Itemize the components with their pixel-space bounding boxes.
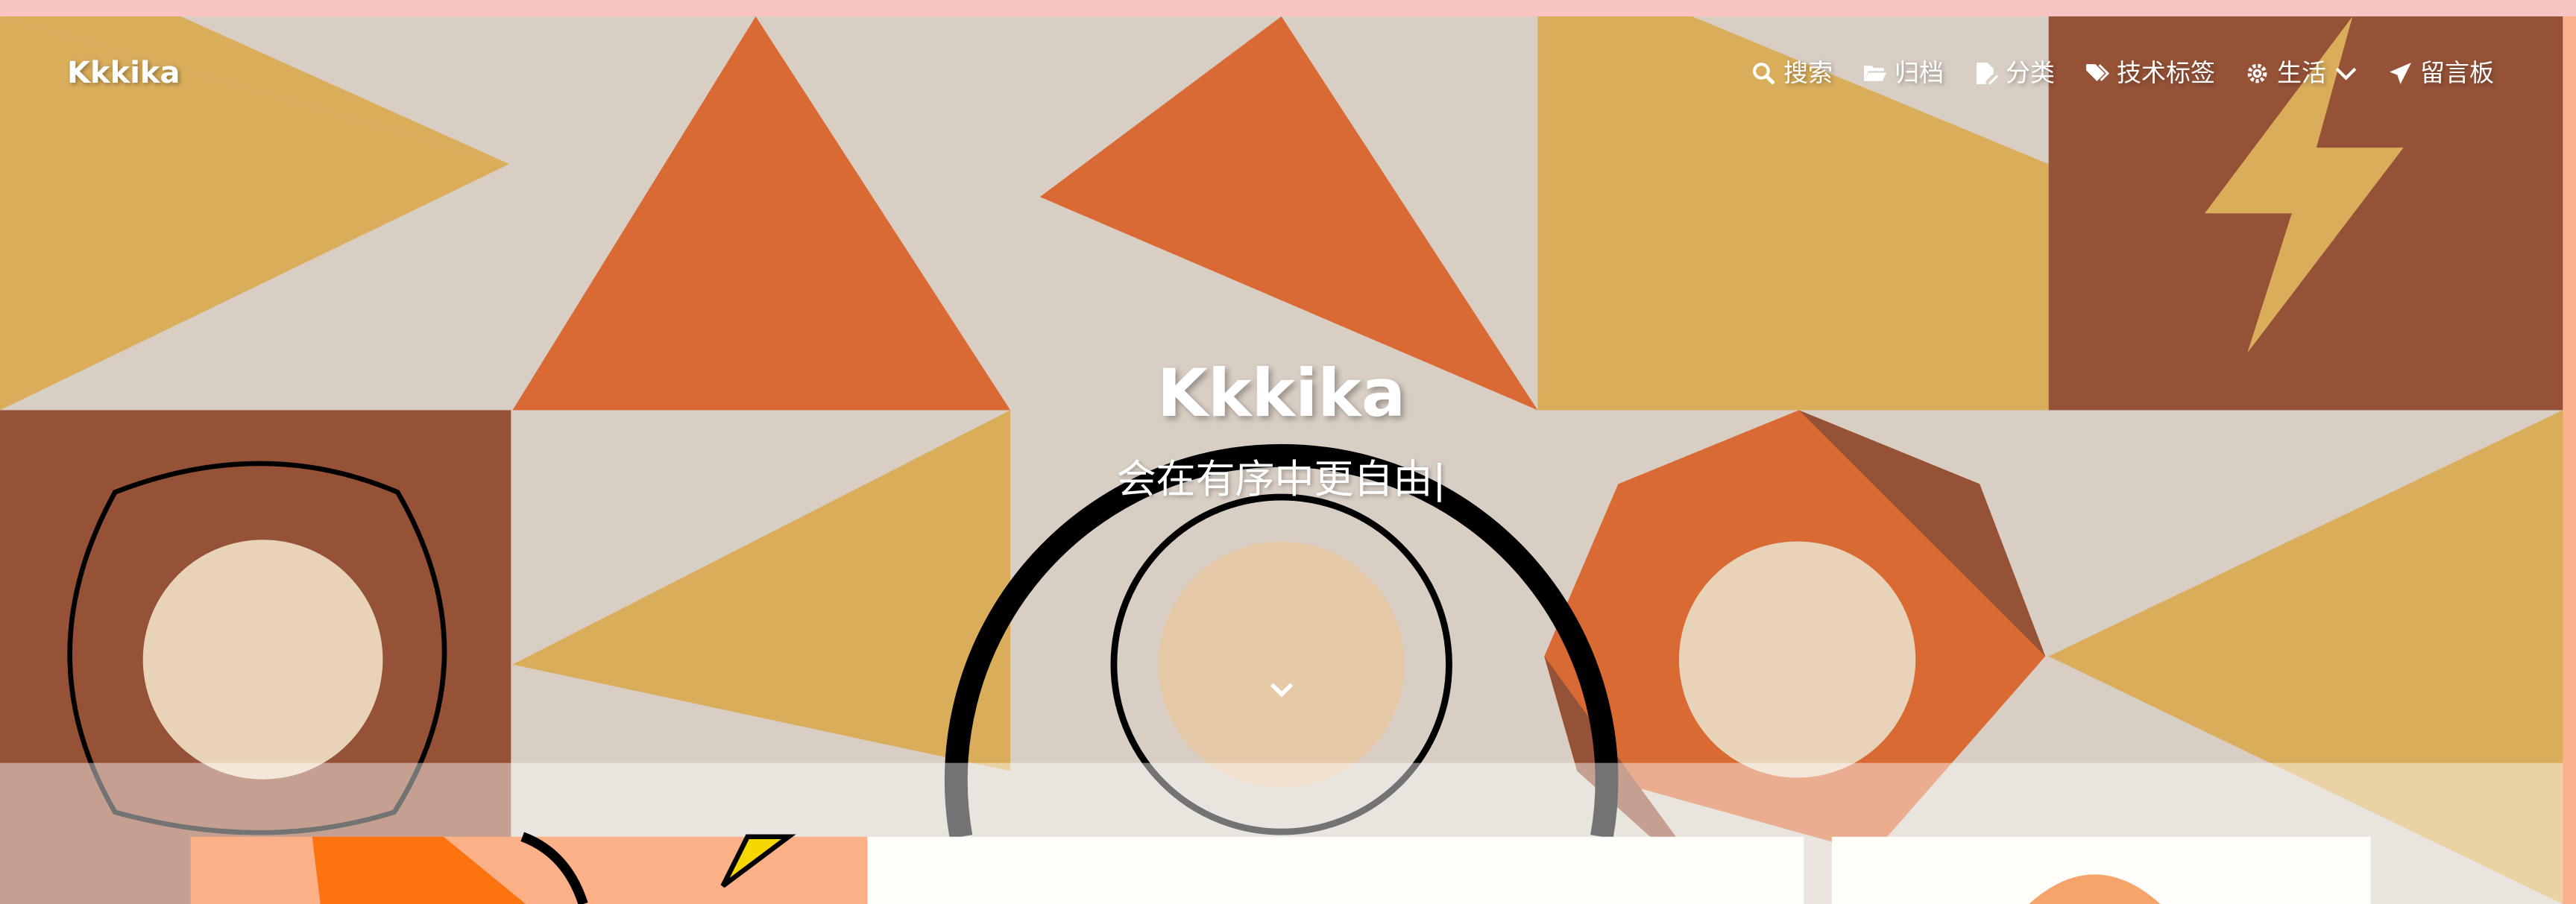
chevron-down-icon	[2335, 67, 2357, 80]
nav-label: 技术标签	[2117, 58, 2215, 87]
gear-icon	[2247, 63, 2267, 83]
paper-plane-icon	[2390, 62, 2411, 84]
nav-categories[interactable]: 分类	[1974, 58, 2055, 88]
nav-label: 归档	[1895, 58, 1944, 87]
main-nav: 搜索 归档 分类 技术标签 生活 留言板	[1751, 58, 2494, 88]
nav-tags[interactable]: 技术标签	[2085, 58, 2215, 88]
file-edit-icon	[1977, 62, 1998, 84]
page: Kkkika 搜索 归档 分类 技术标签 生活 留言板 Kkkika 会在有序中…	[0, 0, 2576, 904]
nav-label: 搜索	[1783, 58, 1833, 87]
hero-subtitle: 会在有序中更自由|	[1116, 457, 1446, 502]
search-icon	[1753, 62, 1775, 85]
tags-icon	[2086, 63, 2109, 81]
folder-open-icon	[1864, 65, 1886, 81]
nav-search[interactable]: 搜索	[1751, 58, 1833, 88]
nav-label: 分类	[2006, 58, 2055, 87]
hero-background-pattern	[0, 0, 2576, 904]
nav-guestbook[interactable]: 留言板	[2388, 58, 2494, 88]
scroll-down-chevron-icon[interactable]	[1265, 673, 1298, 706]
top-bar	[0, 0, 2576, 16]
nav-label: 留言板	[2420, 58, 2494, 87]
hero-title: Kkkika	[1156, 355, 1406, 432]
nav-archive[interactable]: 归档	[1862, 58, 1944, 88]
nav-life-dropdown[interactable]: 生活	[2245, 58, 2358, 88]
post-card-body	[867, 836, 1804, 904]
site-brand[interactable]: Kkkika	[67, 55, 180, 91]
nav-label: 生活	[2277, 58, 2326, 87]
